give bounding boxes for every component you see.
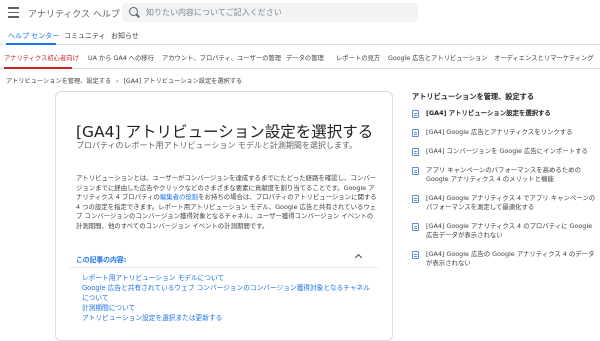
sidebar-item[interactable]: アプリ キャンペーンのパフォーマンスを高めるための Google アナリティクス… bbox=[412, 166, 598, 184]
category-ads-attribution[interactable]: Google 広告とアトリビューション bbox=[388, 53, 488, 62]
tab-announcements[interactable]: お知らせ bbox=[111, 31, 139, 41]
search-box[interactable]: 知りたい内容についてご記入ください bbox=[122, 3, 418, 22]
sidebar-item-label: [GA4] コンバージョンを Google 広告にインポートする bbox=[426, 147, 588, 155]
document-icon bbox=[412, 251, 419, 259]
category-account-management[interactable]: アカウント、プロパティ、ユーザーの管理 bbox=[162, 53, 281, 62]
sidebar-item-label: アプリ キャンペーンのパフォーマンスを高めるための Google アナリティクス… bbox=[426, 166, 581, 183]
hamburger-menu-icon[interactable] bbox=[8, 7, 19, 18]
sidebar-item[interactable]: [GA4] Google 広告とアナリティクスをリンクする bbox=[412, 128, 598, 137]
chevron-up-icon[interactable] bbox=[354, 253, 364, 261]
category-ua-to-ga4[interactable]: UA から GA4 への移行 bbox=[88, 53, 154, 62]
document-icon bbox=[412, 167, 419, 175]
sidebar-item-label: [GA4] Google アナリティクス 4 でアプリ キャンペーンのパフォーマ… bbox=[426, 194, 596, 211]
sidebar-title: アトリビューションを管理、設定する bbox=[412, 92, 535, 101]
category-nav: アナリティクス初心者向け UA から GA4 への移行 アカウント、プロパティ、… bbox=[0, 45, 600, 69]
tab-help-center[interactable]: ヘルプ センター bbox=[8, 31, 59, 41]
sidebar-item-label: [GA4] Google 広告の Google アナリティクス 4 のデータが表… bbox=[426, 250, 595, 267]
tab-community[interactable]: コミュニティ bbox=[64, 31, 106, 41]
search-input[interactable]: 知りたい内容についてご記入ください bbox=[146, 7, 282, 18]
top-app-bar: アナリティクス ヘルプ 知りたい内容についてご記入ください bbox=[0, 0, 600, 26]
search-icon[interactable] bbox=[129, 7, 138, 16]
sidebar-item[interactable]: [GA4] Google アナリティクス 4 のプロパティに Google 広告… bbox=[412, 222, 598, 240]
article-card: [GA4] アトリビューション設定を選択する プロパティのレポート用アトリビュー… bbox=[55, 91, 393, 341]
category-audiences[interactable]: オーディエンスとリマーケティング bbox=[494, 53, 594, 62]
category-data-management[interactable]: データの管理 bbox=[286, 53, 324, 62]
sidebar-item-label: [GA4] Google 広告とアナリティクスをリンクする bbox=[426, 128, 573, 136]
sidebar-item-label: [GA4] Google アナリティクス 4 のプロパティに Google 広告… bbox=[426, 222, 593, 239]
breadcrumb: アトリビューションを管理、設定する › [GA4] アトリビューション設定を選択… bbox=[6, 76, 245, 85]
help-tabs: ヘルプ センター コミュニティ お知らせ bbox=[0, 26, 600, 45]
toc-item[interactable]: 計測期間について bbox=[82, 303, 372, 313]
category-reports[interactable]: レポートの見方 bbox=[336, 53, 380, 62]
page-title: [GA4] アトリビューション設定を選択する bbox=[76, 123, 374, 141]
sidebar-item[interactable]: [GA4] コンバージョンを Google 広告にインポートする bbox=[412, 147, 598, 156]
sidebar-item[interactable]: [GA4] Google 広告の Google アナリティクス 4 のデータが表… bbox=[412, 250, 598, 268]
toc-list: レポート用アトリビューション モデルについて Google 広告と共有されている… bbox=[82, 273, 372, 323]
breadcrumb-current: [GA4] アトリビューション設定を選択する bbox=[123, 78, 243, 85]
toc-heading[interactable]: この記事の内容: bbox=[76, 254, 126, 264]
editor-role-link[interactable]: 編集者の役割 bbox=[160, 193, 198, 201]
document-icon bbox=[412, 129, 419, 137]
sidebar-item[interactable]: [GA4] アトリビューション設定を選択する bbox=[412, 109, 598, 118]
active-category-indicator bbox=[4, 67, 72, 69]
document-icon bbox=[412, 148, 419, 156]
article-intro: アトリビューションとは、ユーザーがコンバージョンを達成するまでにたどった経路を確… bbox=[76, 174, 378, 232]
breadcrumb-separator: › bbox=[116, 78, 119, 85]
sidebar-item[interactable]: [GA4] Google アナリティクス 4 でアプリ キャンペーンのパフォーマ… bbox=[412, 194, 598, 212]
toc-item[interactable]: アトリビューション設定を選択または更新する bbox=[82, 313, 372, 323]
category-getting-started[interactable]: アナリティクス初心者向け bbox=[4, 53, 79, 62]
related-articles: [GA4] アトリビューション設定を選択する [GA4] Google 広告とア… bbox=[412, 109, 598, 278]
toc-item[interactable]: Google 広告と共有されているウェブ コンバージョンのコンバージョン獲得対象… bbox=[82, 283, 372, 303]
sidebar-item-label: [GA4] アトリビューション設定を選択する bbox=[426, 109, 551, 117]
toc-item[interactable]: レポート用アトリビューション モデルについて bbox=[82, 273, 372, 283]
document-icon bbox=[412, 223, 419, 231]
toc-divider bbox=[70, 267, 378, 268]
app-title[interactable]: アナリティクス ヘルプ bbox=[28, 7, 120, 20]
document-icon bbox=[412, 195, 419, 203]
document-icon bbox=[412, 110, 419, 118]
breadcrumb-parent-link[interactable]: アトリビューションを管理、設定する bbox=[6, 78, 111, 85]
page-subtitle: プロパティのレポート用アトリビューション モデルと計測期間を選択します。 bbox=[76, 141, 358, 150]
